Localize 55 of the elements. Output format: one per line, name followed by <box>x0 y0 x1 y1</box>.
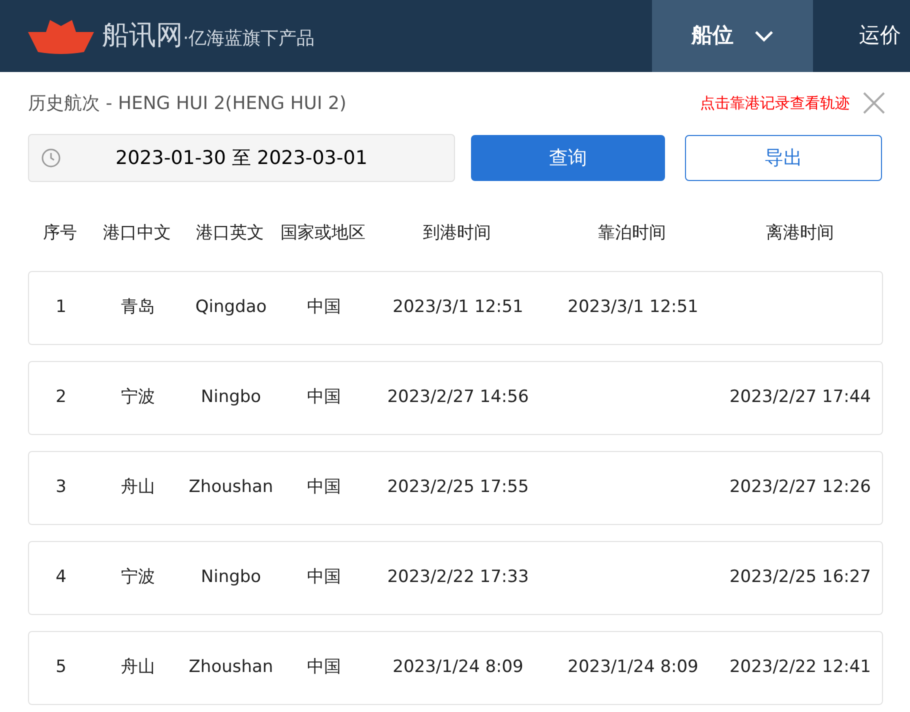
table-cell-text: Qingdao <box>194 296 268 320</box>
table-cell-text: 2023/2/27 17:44 <box>728 386 872 410</box>
brand-tagline: ·亿海蓝旗下产品 <box>183 26 315 50</box>
table-cell-text: 5 <box>54 656 68 680</box>
table-cell-text: 青岛 <box>120 296 156 320</box>
table-cell-text: 中国 <box>306 476 342 500</box>
table-cell-text: 2023/2/22 12:41 <box>728 656 872 680</box>
table-cell-text: 2023/1/24 8:09 <box>566 656 700 680</box>
table-cell-text: Zhoushan <box>188 476 274 500</box>
nav-item[interactable]: 运价 <box>813 0 910 72</box>
table-cell-text: 2 <box>54 386 68 410</box>
table-cell-text: 1 <box>54 296 68 320</box>
column-header: 离港时间 <box>765 222 835 246</box>
table-cell-text: 2023/2/27 14:56 <box>386 386 530 410</box>
voyage-row[interactable]: 3 舟山 Zhoushan 中国 2023/2/25 17:55 2023/2/27 12:26 <box>28 451 883 525</box>
column-header: 国家或地区 <box>280 222 366 246</box>
clock-icon <box>41 148 61 168</box>
column-header: 港口英文 <box>195 222 265 246</box>
close-icon[interactable] <box>862 91 886 115</box>
table-cell-text: 2023/2/25 16:27 <box>728 566 872 590</box>
table-cell-text: 3 <box>54 476 68 500</box>
hint-text: 点击靠港记录查看轨迹 <box>700 92 850 114</box>
column-header: 港口中文 <box>102 222 172 246</box>
voyage-row[interactable]: 5 舟山 Zhoushan 中国 2023/1/24 8:09 2023/1/24 8:09 2023/2/22 12:41 <box>28 631 883 705</box>
table-cell-text: 4 <box>54 566 68 590</box>
table-cell-text: 2023/3/1 12:51 <box>392 296 524 320</box>
table-cell-text: 宁波 <box>120 386 156 410</box>
table-cell-text: Ningbo <box>200 386 262 410</box>
table-cell-text: 2023/2/27 12:26 <box>728 476 872 500</box>
date-range-field[interactable]: 2023-01-30 至 2023-03-01 <box>28 134 455 182</box>
table-cell-text: 中国 <box>306 656 342 680</box>
column-header: 序号 <box>42 222 78 246</box>
table-cell-text: 中国 <box>306 566 342 590</box>
table-cell-text: 宁波 <box>120 566 156 590</box>
table-cell-text: Zhoushan <box>188 656 274 680</box>
column-header: 到港时间 <box>422 222 492 246</box>
table-cell-text: 2023/3/1 12:51 <box>566 296 700 320</box>
table-cell-text: 中国 <box>306 386 342 410</box>
voyage-row[interactable]: 2 宁波 Ningbo 中国 2023/2/27 14:56 2023/2/27 17:44 <box>28 361 883 435</box>
table-cell-text: 2023/2/22 17:33 <box>386 566 530 590</box>
column-header: 靠泊时间 <box>597 222 667 246</box>
voyage-row[interactable]: 1 青岛 Qingdao 中国 2023/3/1 12:51 2023/3/1 12:51 <box>28 271 883 345</box>
panel-title: 历史航次 - HENG HUI 2(HENG HUI 2) <box>28 92 346 116</box>
brand-name: 船讯网 <box>102 18 183 53</box>
table-cell-text: 舟山 <box>120 656 156 680</box>
table-cell-text: 中国 <box>306 296 342 320</box>
table-cell-text: 2023/2/25 17:55 <box>386 476 530 500</box>
query-button[interactable]: 查询 <box>470 135 665 181</box>
table-cell-text: Ningbo <box>200 566 262 590</box>
boat-logo-icon <box>28 18 94 54</box>
table-cell-text: 舟山 <box>120 476 156 500</box>
table-cell-text: 2023/1/24 8:09 <box>392 656 524 680</box>
export-button[interactable]: 导出 <box>684 135 882 181</box>
nav-item[interactable]: 船位 <box>652 0 813 72</box>
voyage-row[interactable]: 4 宁波 Ningbo 中国 2023/2/22 17:33 2023/2/25 16:27 <box>28 541 883 615</box>
